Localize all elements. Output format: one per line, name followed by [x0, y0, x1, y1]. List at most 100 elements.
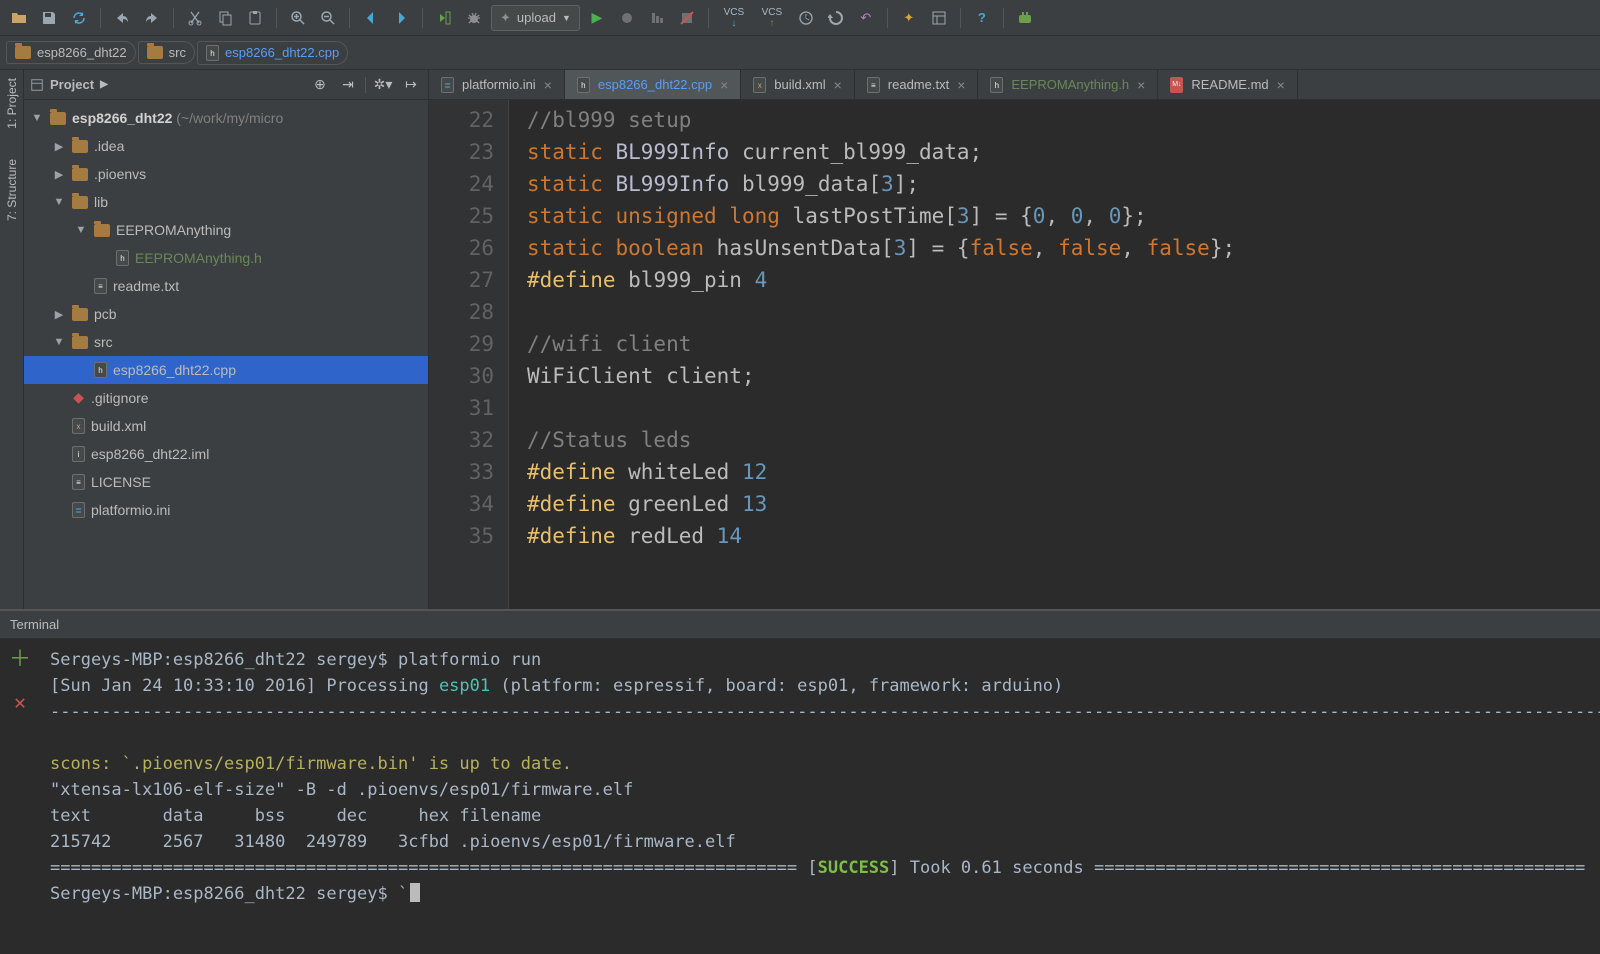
folder-icon	[72, 168, 88, 181]
separator	[1003, 8, 1004, 28]
tree-node[interactable]: ▶≣platformio.ini	[24, 496, 428, 524]
run-icon[interactable]: ▶	[584, 5, 610, 31]
bug-icon: ✦	[500, 10, 511, 26]
zoom-out-icon[interactable]	[315, 5, 341, 31]
editor-tab-label: esp8266_dht22.cpp	[598, 77, 712, 92]
tree-node[interactable]: ▶iesp8266_dht22.iml	[24, 440, 428, 468]
close-icon[interactable]: ×	[544, 77, 552, 93]
crumb-label: esp8266_dht22	[37, 45, 127, 60]
sync-icon[interactable]	[66, 5, 92, 31]
tree-node[interactable]: ▶hEEPROMAnything.h	[24, 244, 428, 272]
coverage-icon[interactable]	[644, 5, 670, 31]
open-icon[interactable]	[6, 5, 32, 31]
cut-icon[interactable]	[182, 5, 208, 31]
paste-icon[interactable]	[242, 5, 268, 31]
crumb-label: esp8266_dht22.cpp	[225, 45, 339, 60]
help-icon[interactable]: ?	[969, 5, 995, 31]
vcs-revert-icon[interactable]	[823, 5, 849, 31]
separator	[349, 8, 350, 28]
tree-node-label: src	[94, 334, 113, 350]
vcs-history-icon[interactable]	[793, 5, 819, 31]
file-icon: ≡	[94, 278, 107, 294]
code-editor[interactable]: 2223242526272829303132333435 //bl999 set…	[429, 100, 1600, 609]
close-icon[interactable]: ×	[957, 77, 965, 93]
bug-icon[interactable]	[461, 5, 487, 31]
gear-icon[interactable]: ✲▾	[372, 74, 394, 96]
tree-node[interactable]: ▶.idea	[24, 132, 428, 160]
tree-node[interactable]: ▶◆.gitignore	[24, 384, 428, 412]
plugin-icon[interactable]	[1012, 5, 1038, 31]
separator	[887, 8, 888, 28]
build-icon[interactable]	[431, 5, 457, 31]
tree-node[interactable]: ▶≡readme.txt	[24, 272, 428, 300]
redo-icon[interactable]	[139, 5, 165, 31]
tree-node[interactable]: ▼src	[24, 328, 428, 356]
debug-icon[interactable]	[614, 5, 640, 31]
save-icon[interactable]	[36, 5, 62, 31]
terminal-panel: Terminal ＋ ✕ Sergeys-MBP:esp8266_dht22 s…	[0, 609, 1600, 954]
crumb-src[interactable]: src	[138, 41, 195, 64]
file-icon: x	[72, 418, 85, 434]
close-icon[interactable]: ×	[834, 77, 842, 93]
editor-tab[interactable]: M↓README.md×	[1158, 70, 1297, 99]
file-icon: h	[116, 250, 129, 266]
vcs-update-icon[interactable]: VCS↓	[717, 5, 751, 31]
chevron-down-icon: ▼	[562, 13, 571, 23]
crumb-file[interactable]: h esp8266_dht22.cpp	[197, 41, 348, 65]
editor-tab[interactable]: ≡readme.txt×	[855, 70, 979, 99]
separator	[100, 8, 101, 28]
separator	[422, 8, 423, 28]
tree-node[interactable]: ▶xbuild.xml	[24, 412, 428, 440]
project-tree[interactable]: ▼esp8266_dht22 (~/work/my/micro▶.idea▶.p…	[24, 100, 428, 609]
file-icon: ≣	[72, 502, 85, 518]
collapse-icon[interactable]: ⇥	[337, 74, 359, 96]
editor-tab[interactable]: xbuild.xml×	[741, 70, 854, 99]
run-config-combo[interactable]: ✦ upload ▼	[491, 5, 580, 31]
editor-tab[interactable]: hEEPROMAnything.h×	[978, 70, 1158, 99]
crumb-root[interactable]: esp8266_dht22	[6, 41, 136, 64]
vcs-undo-icon[interactable]: ↶	[853, 5, 879, 31]
stop-icon[interactable]	[674, 5, 700, 31]
close-icon[interactable]: ×	[1137, 77, 1145, 93]
zoom-in-icon[interactable]	[285, 5, 311, 31]
tree-node-label: EEPROMAnything.h	[135, 250, 262, 266]
tree-node-label: .gitignore	[91, 390, 149, 406]
hide-icon[interactable]: ↦	[400, 74, 422, 96]
nav-forward-icon[interactable]	[388, 5, 414, 31]
tree-node[interactable]: ▶≡LICENSE	[24, 468, 428, 496]
tree-node[interactable]: ▼EEPROMAnything	[24, 216, 428, 244]
copy-icon[interactable]	[212, 5, 238, 31]
tree-node-label: readme.txt	[113, 278, 179, 294]
tree-node[interactable]: ▶hesp8266_dht22.cpp	[24, 356, 428, 384]
editor-tab-label: platformio.ini	[462, 77, 536, 92]
file-icon: h	[206, 45, 219, 61]
vcs-commit-icon[interactable]: VCS↑	[755, 5, 789, 31]
folder-icon	[72, 196, 88, 209]
terminal-header[interactable]: Terminal	[0, 611, 1600, 639]
file-icon: ≡	[72, 474, 85, 490]
new-terminal-icon[interactable]: ＋	[9, 647, 31, 673]
run-config-label: upload	[517, 10, 556, 25]
locate-icon[interactable]: ⊕	[309, 74, 331, 96]
file-icon: i	[72, 446, 85, 462]
tree-node[interactable]: ▼lib	[24, 188, 428, 216]
nav-back-icon[interactable]	[358, 5, 384, 31]
editor-tab[interactable]: hesp8266_dht22.cpp×	[565, 70, 741, 99]
undo-icon[interactable]	[109, 5, 135, 31]
tool-icon-1[interactable]: ✦	[896, 5, 922, 31]
close-terminal-icon[interactable]: ✕	[14, 689, 26, 715]
tree-root[interactable]: ▼esp8266_dht22 (~/work/my/micro	[24, 104, 428, 132]
code-content[interactable]: //bl999 setupstatic BL999Info current_bl…	[509, 100, 1600, 609]
editor-tab-label: EEPROMAnything.h	[1011, 77, 1129, 92]
side-tab-project[interactable]: 1: Project	[5, 78, 19, 129]
tree-node[interactable]: ▶.pioenvs	[24, 160, 428, 188]
close-icon[interactable]: ×	[1277, 77, 1285, 93]
crumb-label: src	[169, 45, 186, 60]
terminal-output[interactable]: Sergeys-MBP:esp8266_dht22 sergey$ platfo…	[40, 639, 1600, 954]
folder-icon	[147, 46, 163, 59]
close-icon[interactable]: ×	[720, 77, 728, 93]
tool-icon-2[interactable]	[926, 5, 952, 31]
side-tab-structure[interactable]: 7: Structure	[5, 159, 19, 221]
editor-tab[interactable]: ≣platformio.ini×	[429, 70, 565, 99]
tree-node[interactable]: ▶pcb	[24, 300, 428, 328]
